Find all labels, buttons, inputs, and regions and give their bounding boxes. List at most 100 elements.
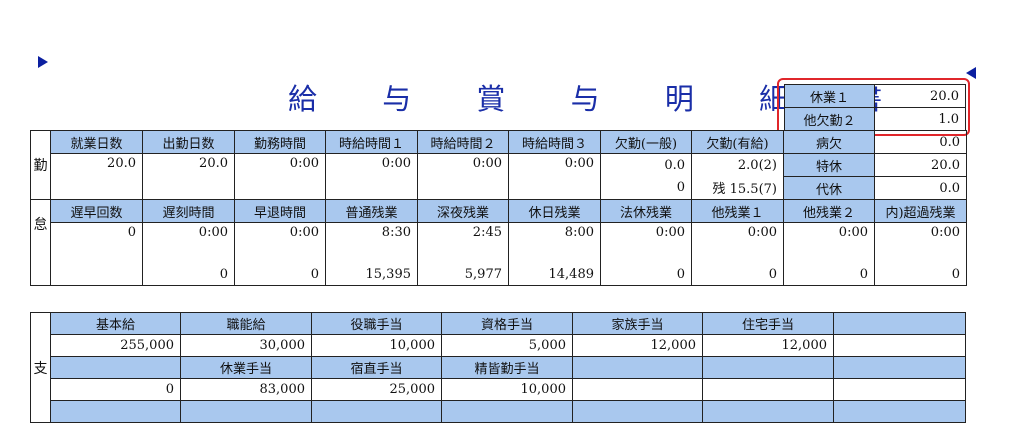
attendance-value-row-2: 0 0:00 0:00 8:30 2:45 8:00 0:00 0:00 0:0…	[31, 222, 967, 263]
amount-cell: 15,395	[325, 263, 418, 286]
column-header	[572, 356, 703, 379]
value-cell: 0	[50, 222, 143, 263]
right-row-label: 特休	[783, 153, 875, 177]
column-header: 休業手当	[180, 356, 312, 379]
amount-cell: 0	[600, 263, 692, 286]
column-header	[702, 400, 834, 423]
column-header: 出勤日数	[142, 130, 235, 154]
right-row-label: 代休	[783, 176, 875, 200]
payment-table: 支 基本給 職能給 役職手当 資格手当 家族手当 住宅手当 255,000 30…	[30, 312, 966, 423]
value-cell: 20.0	[50, 153, 143, 200]
value-cell: 12,000	[572, 334, 703, 357]
attendance-value-row-1: 20.0 20.0 0:00 0:00 0:00 0:00 0.0 2.0(2)…	[31, 153, 967, 200]
column-header	[311, 400, 442, 423]
value-cell: 30,000	[180, 334, 312, 357]
value-cell: 83,000	[180, 378, 312, 401]
amount-cell: 14,489	[508, 263, 601, 286]
payment-header-row-2: 休業手当 宿直手当 精皆勤手当	[31, 356, 966, 379]
value-cell: 0:00	[691, 222, 784, 263]
payment-side-label: 支	[30, 312, 51, 423]
value-cell: 0.0	[600, 153, 692, 177]
column-header: 他残業２	[783, 199, 875, 223]
payment-value-row-2: 0 83,000 25,000 10,000	[31, 378, 966, 401]
amount-cell: 0	[783, 263, 875, 286]
highlight-frame	[777, 78, 970, 136]
attendance-header-row-2: 怠 遅早回数 遅刻時間 早退時間 普通残業 深夜残業 休日残業 法休残業 他残業…	[30, 199, 967, 286]
column-header: 家族手当	[572, 312, 703, 335]
column-header: 住宅手当	[702, 312, 834, 335]
column-header: 勤務時間	[234, 130, 326, 154]
amount-cell: 0	[234, 263, 326, 286]
value-cell: 0:00	[325, 153, 418, 200]
column-header: 就業日数	[50, 130, 143, 154]
attendance-amount-row: 0 0 15,395 5,977 14,489 0 0 0 0	[31, 263, 967, 286]
amount-cell: 5,977	[417, 263, 509, 286]
column-header	[702, 356, 834, 379]
right-row-value: 20.0	[874, 153, 967, 177]
attendance-table: 勤 就業日数 出勤日数 勤務時間 時給時間１ 時給時間２ 時給時間３ 欠勤(一般…	[30, 130, 967, 286]
column-header	[180, 400, 312, 423]
amount-cell: 0	[874, 263, 967, 286]
payment-value-row-1: 255,000 30,000 10,000 5,000 12,000 12,00…	[31, 334, 966, 357]
value-cell: 20.0	[142, 153, 235, 200]
value-cell: 0:00	[234, 153, 326, 200]
amount-cell	[50, 263, 143, 286]
value-cell: 0:00	[142, 222, 235, 263]
attendance-side-label-1: 勤	[30, 130, 51, 200]
value-cell: 12,000	[702, 334, 834, 357]
right-row-label: 病欠	[783, 130, 875, 154]
value-cell-sub: 0	[600, 176, 692, 200]
payment-header-row-3	[31, 400, 966, 423]
amount-cell: 0	[142, 263, 235, 286]
column-header: 休日残業	[508, 199, 601, 223]
value-cell: 2:45	[417, 222, 509, 263]
value-cell	[702, 378, 834, 401]
attendance-side-label-2: 怠	[30, 199, 51, 286]
column-header	[441, 400, 573, 423]
value-cell: 10,000	[441, 378, 573, 401]
column-header: 欠勤(有給)	[691, 130, 784, 154]
value-cell: 5,000	[441, 334, 573, 357]
column-header	[572, 400, 703, 423]
value-cell: 8:30	[325, 222, 418, 263]
amount-cell: 0	[691, 263, 784, 286]
value-cell: 0	[50, 378, 181, 401]
right-row-value: 0.0	[874, 130, 967, 154]
column-header: 法休残業	[600, 199, 692, 223]
column-header: 欠勤(一般)	[600, 130, 692, 154]
value-cell: 0:00	[417, 153, 509, 200]
column-header	[833, 400, 966, 423]
column-header: 時給時間３	[508, 130, 601, 154]
value-cell	[833, 334, 966, 357]
column-header	[833, 312, 966, 335]
column-header	[50, 356, 181, 379]
column-header	[50, 400, 181, 423]
column-header: 精皆勤手当	[441, 356, 573, 379]
column-header: 遅早回数	[50, 199, 143, 223]
column-header: 時給時間２	[417, 130, 509, 154]
column-header: 深夜残業	[417, 199, 509, 223]
column-header: 時給時間１	[325, 130, 418, 154]
right-row-value: 0.0	[874, 176, 967, 200]
column-header: 内)超過残業	[874, 199, 967, 223]
column-header: 宿直手当	[311, 356, 442, 379]
value-cell: 0:00	[508, 153, 601, 200]
value-cell: 25,000	[311, 378, 442, 401]
value-cell: 2.0(2)	[691, 153, 784, 177]
value-cell-sub: 残 15.5(7)	[691, 176, 784, 200]
payment-header-row-1: 支 基本給 職能給 役職手当 資格手当 家族手当 住宅手当	[30, 312, 966, 423]
column-header: 基本給	[50, 312, 181, 335]
left-marker-icon	[38, 56, 48, 68]
value-cell	[572, 378, 703, 401]
column-header: 普通残業	[325, 199, 418, 223]
column-header: 他残業１	[691, 199, 784, 223]
right-marker-icon	[966, 67, 976, 79]
value-cell: 0:00	[783, 222, 875, 263]
column-header: 職能給	[180, 312, 312, 335]
value-cell: 8:00	[508, 222, 601, 263]
column-header: 資格手当	[441, 312, 573, 335]
value-cell: 0:00	[234, 222, 326, 263]
value-cell: 0:00	[874, 222, 967, 263]
value-cell: 10,000	[311, 334, 442, 357]
value-cell	[833, 378, 966, 401]
